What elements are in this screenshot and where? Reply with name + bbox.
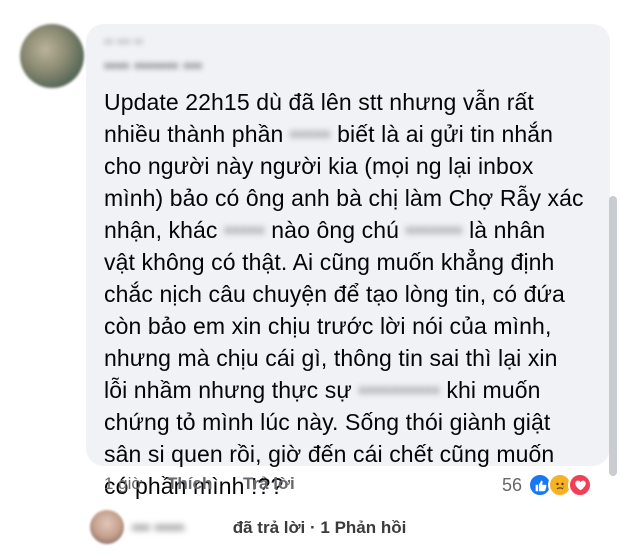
comment-line: lỗi nhầm nhưng thực sự •••••••••• khi mu… [104,374,604,406]
comment-line: nhiều thành phần ••••• biết là ai gửi ti… [104,118,604,150]
redacted-text: ••••• [224,217,265,243]
comment-line: Update 22h15 dù đã lên stt nhưng vẫn rất [104,89,534,115]
comment-line: còn bảo em xin chịu trước lời nói của mì… [104,313,552,339]
comment-text: Update 22h15 dù đã lên stt nhưng vẫn rất… [104,86,604,502]
redacted-text: ••••• [289,121,331,147]
like-button[interactable]: Thích [167,474,212,494]
reaction-count: 56 [502,474,523,495]
comment-line: vật không có thật. Ai cũng muốn khẳng đị… [104,249,555,275]
replier-name-blurred: ••• ••••• [132,518,185,537]
comment-line: cho người này người kia (mọi ng lại inbo… [104,153,534,179]
replier-avatar[interactable] [90,510,124,544]
comment-line: nhưng mà chịu cái gì, thông tin sai thì … [104,345,558,371]
comment-line: mình) bảo có ông anh bà chị làm Chợ Rẫy … [104,185,584,211]
scrollbar[interactable] [609,196,617,476]
comment-timestamp[interactable]: 1 giờ [104,474,143,494]
commenter-avatar[interactable] [20,24,84,88]
redacted-text: •••••••••• [358,377,440,403]
love-icon [568,473,593,497]
redacted-text: ••••••• [405,217,463,243]
view-replies-link[interactable]: ••• ••••• đã trả lời · 1 Phản hồi [132,518,406,538]
comment-line: nhận, khác ••••• nào ông chú ••••••• là … [104,214,604,246]
reactions-summary[interactable]: 56 [502,470,593,500]
comment-line: sân si quen rồi, giờ đến cái chết cũng m… [104,441,555,467]
reply-summary-text: đã trả lời · 1 Phản hồi [232,518,407,537]
commenter-name-blurred[interactable]: •••• ••••••• ••• [104,56,202,77]
reply-button[interactable]: Trả lời [243,474,295,494]
comment-line: chắc nịch câu chuyện để tạo lòng tin, có… [104,281,565,307]
comment-meta-blurred: •• ••• •• [104,34,144,49]
comment-line: chứng tỏ mình lúc này. Sống thói giành g… [104,409,551,435]
